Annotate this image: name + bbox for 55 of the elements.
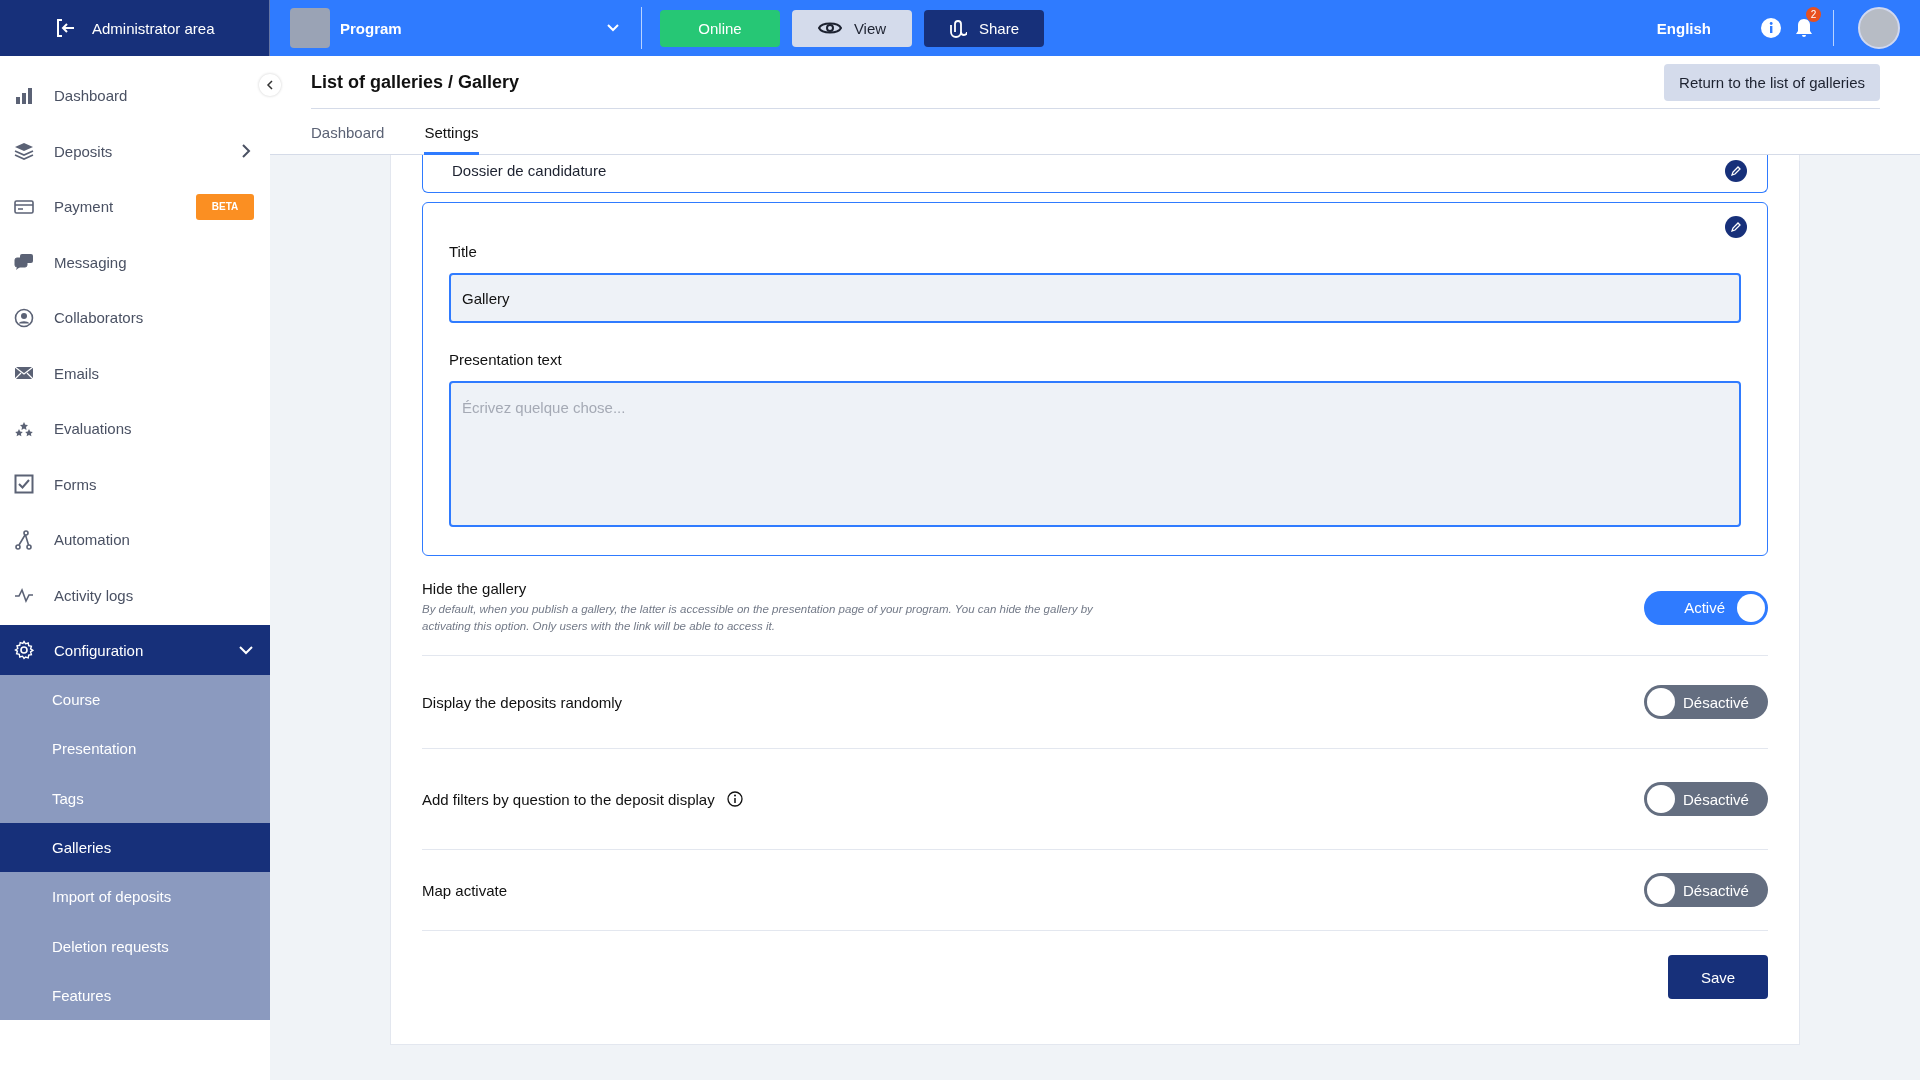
toggle-switch[interactable]: Désactivé (1644, 685, 1768, 719)
admin-area-link[interactable]: Administrator area (92, 19, 215, 37)
toggle-switch[interactable]: Désactivé (1644, 782, 1768, 816)
sidebar-item[interactable]: Emails (0, 345, 270, 401)
option-label: Display the deposits randomly (422, 693, 623, 711)
save-button[interactable]: Save (1668, 955, 1768, 999)
option-label: Hide the gallery (422, 580, 527, 597)
title-input[interactable]: Gallery (449, 273, 1741, 323)
sidebar-item[interactable]: Collaborators (0, 290, 270, 346)
sidebar-item[interactable]: Messaging (0, 234, 270, 290)
chevron-left-icon (265, 80, 275, 90)
option-description: By default, when you publish a gallery, the latter is accessible on the presentation page of your program. You can hide the gallery by activating this option. Only users with the link will be able to access it. (422, 602, 1094, 634)
program-thumbnail (290, 8, 330, 48)
pencil-icon[interactable] (1725, 216, 1747, 238)
branch-icon (14, 529, 34, 550)
sidebar-item[interactable]: Forms (0, 456, 270, 512)
field-label: Presentation text (449, 351, 563, 368)
field-label: Title (449, 243, 478, 260)
program-name[interactable]: Program (340, 19, 595, 37)
sidebar-item[interactable]: Dashboard (0, 68, 270, 124)
page-title: List of galleries / Gallery (311, 71, 520, 93)
bar-chart-icon (14, 85, 34, 106)
share-button[interactable]: Share (924, 9, 1044, 47)
bell-icon[interactable] (1795, 18, 1813, 38)
pencil-icon[interactable] (1725, 159, 1747, 182)
info-icon[interactable] (1761, 18, 1781, 38)
sidebar-item[interactable]: Evaluations (0, 401, 270, 457)
language-selector[interactable]: English (1656, 19, 1711, 37)
settings-icon (14, 640, 34, 660)
sidebar-item[interactable]: Configuration (0, 625, 270, 675)
beta-badge: BETA (196, 193, 254, 220)
card-title: Dossier de candidature (452, 162, 607, 179)
notification-badge: 2 (1806, 7, 1821, 22)
chat-icon (14, 252, 34, 273)
sidebar-item[interactable]: Deposits (0, 123, 270, 179)
link-icon (949, 18, 967, 38)
option-label: Add filters by question to the deposit display (422, 790, 715, 808)
toggle-switch[interactable]: Activé (1644, 590, 1768, 625)
submenu-item[interactable]: Galleries (0, 822, 270, 873)
tab[interactable]: Dashboard (311, 109, 385, 155)
view-button[interactable]: View (792, 9, 912, 47)
sidebar-item[interactable]: Activity logs (0, 567, 270, 623)
return-button[interactable]: Return to the list of galleries (1664, 63, 1880, 101)
collapsed-card[interactable]: Dossier de candidature (422, 155, 1768, 193)
eye-icon (817, 20, 842, 36)
avatar[interactable] (1858, 7, 1900, 49)
collapse-button[interactable] (259, 74, 281, 96)
toggle-switch[interactable]: Désactivé (1644, 873, 1768, 907)
option-label: Map activate (422, 881, 508, 899)
sidebar-item[interactable]: Payment BETA (0, 179, 270, 235)
sidebar-item[interactable]: Automation (0, 512, 270, 568)
layers-icon (14, 141, 34, 162)
exit-icon (54, 17, 76, 39)
user-circle-icon (14, 307, 34, 328)
checkbox-icon (14, 474, 34, 495)
